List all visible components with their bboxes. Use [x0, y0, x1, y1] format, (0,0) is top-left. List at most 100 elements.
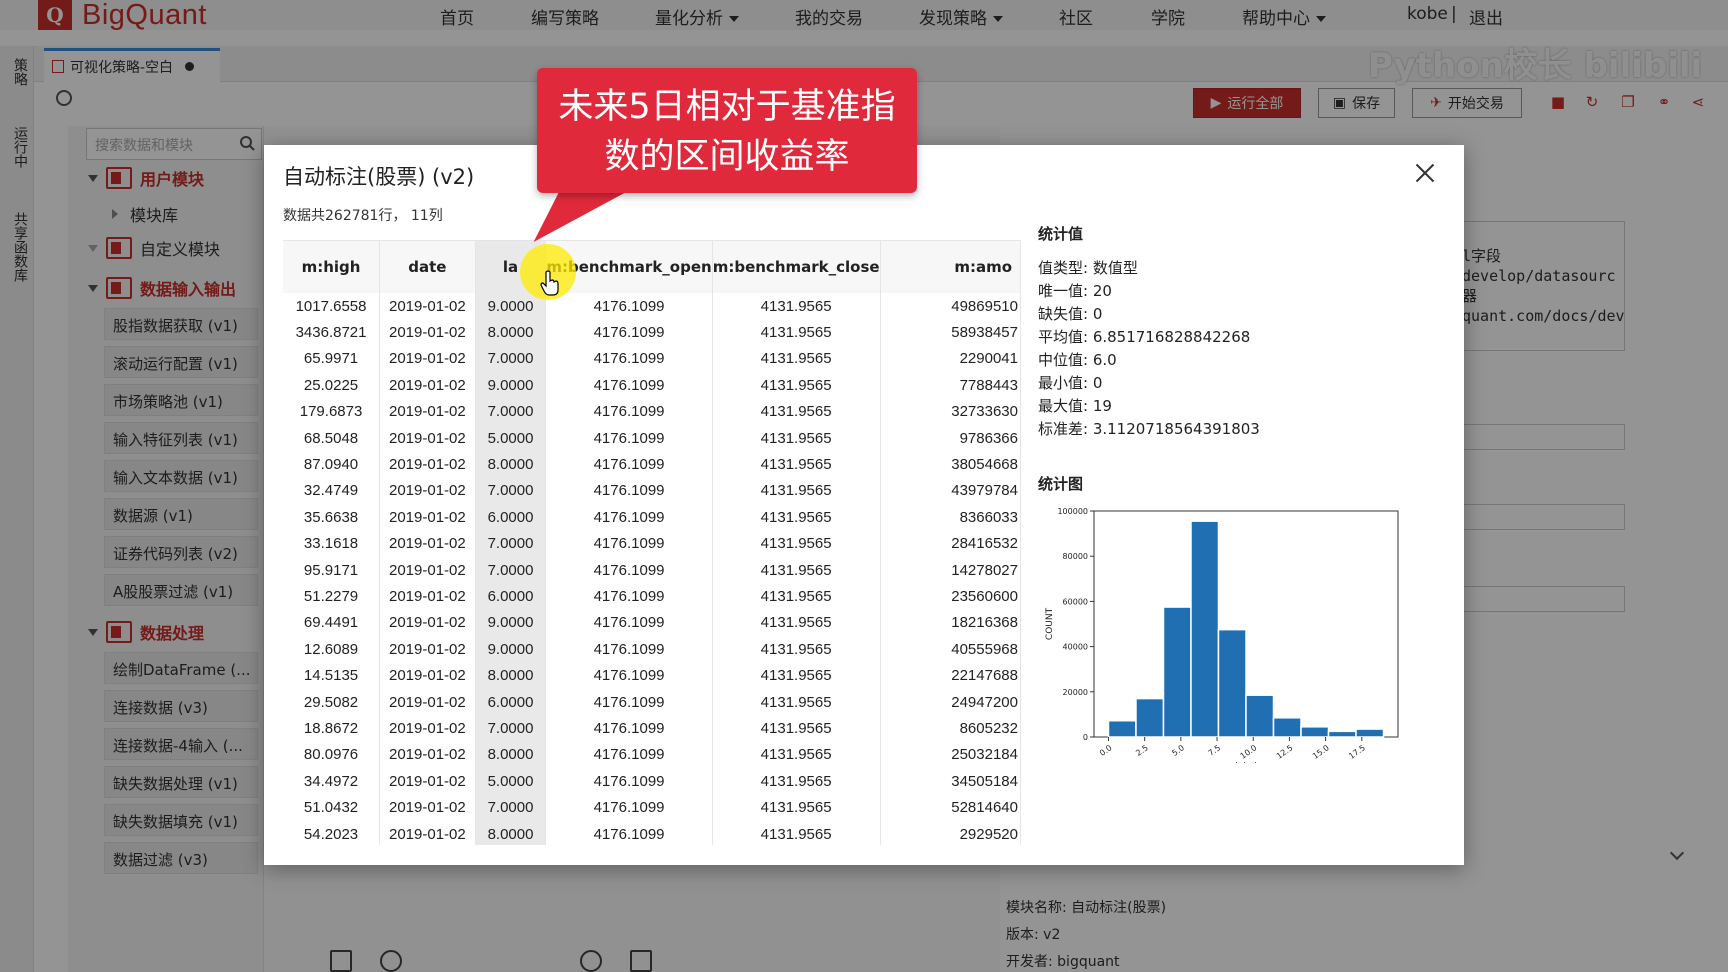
table-cell: 2019-01-02: [379, 609, 476, 637]
table-cell: 2019-01-02: [379, 372, 476, 399]
histogram-bar: [1217, 628, 1247, 738]
table-row[interactable]: 69.4491 2019-01-02 9.0000 4176.1099 4131.956…: [283, 609, 1021, 637]
table-cell: 80.0976: [283, 741, 381, 769]
close-icon[interactable]: [1414, 163, 1436, 185]
y-tick-label: 60000: [1063, 597, 1088, 606]
table-cell: 25.0225: [283, 372, 381, 399]
table-cell: 51.2279: [283, 583, 381, 610]
table-cell: 2019-01-02: [379, 768, 476, 795]
table-cell: 4131.9565: [712, 636, 881, 663]
table-cell: 14.5135: [283, 662, 381, 689]
table-row[interactable]: 12.6089 2019-01-02 9.0000 4176.1099 4131.956…: [283, 636, 1021, 663]
table-cell: 7.0000: [475, 715, 547, 742]
table-row[interactable]: 14.5135 2019-01-02 8.0000 4176.1099 4131.956…: [283, 662, 1021, 689]
stat-median: 中位值: 6.0: [1038, 351, 1117, 369]
table-row[interactable]: 95.9171 2019-01-02 7.0000 4176.1099 4131.956…: [283, 556, 1021, 584]
table-cell: 12.6089: [283, 636, 381, 663]
histogram-bar: [1107, 719, 1137, 738]
table-row[interactable]: 51.2279 2019-01-02 6.0000 4176.1099 4131.956…: [283, 583, 1021, 610]
column-header[interactable]: m:high: [283, 241, 381, 293]
table-cell: 4176.1099: [545, 609, 713, 637]
table-cell: 4176.1099: [545, 636, 713, 663]
table-row[interactable]: 65.9971 2019-01-02 7.0000 4176.1099 4131.956…: [283, 345, 1021, 373]
table-cell: 8.0000: [475, 820, 547, 845]
table-cell: 2019-01-02: [379, 636, 476, 663]
table-cell: 4131.9565: [712, 293, 881, 320]
table-row[interactable]: 80.0976 2019-01-02 8.0000 4176.1099 4131.956…: [283, 741, 1021, 769]
stat-max: 最大值: 19: [1038, 397, 1112, 415]
histogram-bar: [1272, 717, 1302, 738]
table-cell: 2019-01-02: [379, 662, 476, 689]
column-header[interactable]: m:benchmark_close: [712, 241, 881, 293]
table-cell: 34505184: [880, 768, 1021, 795]
table-row[interactable]: 3436.8721 2019-01-02 8.0000 4176.1099 4131.9…: [283, 319, 1021, 346]
table-cell: 2019-01-02: [379, 688, 476, 716]
table-cell: 35.6638: [283, 504, 381, 531]
table-row[interactable]: 51.0432 2019-01-02 7.0000 4176.1099 4131.956…: [283, 794, 1021, 821]
table-header-row: m:high date la m:benchmark_open m:benchm…: [283, 241, 1021, 293]
table-cell: 3436.8721: [283, 319, 381, 346]
table-cell: 7.0000: [475, 398, 547, 425]
table-row[interactable]: 54.2023 2019-01-02 8.0000 4176.1099 4131.956…: [283, 820, 1021, 845]
table-cell: 4176.1099: [545, 504, 713, 531]
table-cell: 7.0000: [475, 794, 547, 821]
table-cell: 8.0000: [475, 451, 547, 478]
table-cell: 4131.9565: [712, 556, 881, 584]
histogram-bar: [1190, 520, 1220, 738]
table-cell: 29.5082: [283, 688, 381, 716]
callout-text: 未来5日相对于基准指 数的区间收益率: [537, 82, 917, 182]
y-tick-label: 40000: [1063, 643, 1088, 652]
annotation-callout: 未来5日相对于基准指 数的区间收益率: [537, 68, 917, 193]
column-header[interactable]: m:amo: [880, 241, 1021, 293]
table-cell: 14278027: [880, 556, 1021, 584]
table-cell: 2019-01-02: [379, 794, 476, 821]
table-cell: 33.1618: [283, 530, 381, 557]
table-cell: 24947200: [880, 688, 1021, 716]
table-row[interactable]: 34.4972 2019-01-02 5.0000 4176.1099 4131.956…: [283, 768, 1021, 795]
table-cell: 51.0432: [283, 794, 381, 821]
table-row[interactable]: 35.6638 2019-01-02 6.0000 4176.1099 4131.956…: [283, 504, 1021, 531]
table-row[interactable]: 179.6873 2019-01-02 7.0000 4176.1099 4131.95…: [283, 398, 1021, 425]
data-table[interactable]: m:high date la m:benchmark_open m:benchm…: [283, 240, 1021, 845]
table-cell: 34.4972: [283, 768, 381, 795]
table-row[interactable]: 33.1618 2019-01-02 7.0000 4176.1099 4131.956…: [283, 530, 1021, 557]
table-row[interactable]: 25.0225 2019-01-02 9.0000 4176.1099 4131.956…: [283, 372, 1021, 399]
table-row[interactable]: 87.0940 2019-01-02 8.0000 4176.1099 4131.956…: [283, 451, 1021, 478]
table-cell: 4176.1099: [545, 583, 713, 610]
table-cell: 2929520: [880, 820, 1021, 845]
table-cell: 2019-01-02: [379, 530, 476, 557]
table-row[interactable]: 32.4749 2019-01-02 7.0000 4176.1099 4131.956…: [283, 477, 1021, 505]
table-row[interactable]: 18.8672 2019-01-02 7.0000 4176.1099 4131.956…: [283, 715, 1021, 742]
table-cell: 4131.9565: [712, 715, 881, 742]
x-tick-label: 15.0: [1311, 743, 1331, 761]
table-cell: 2019-01-02: [379, 504, 476, 531]
table-cell: 1017.6558: [283, 293, 381, 320]
table-cell: 8.0000: [475, 319, 547, 346]
table-cell: 2019-01-02: [379, 293, 476, 320]
table-row[interactable]: 29.5082 2019-01-02 6.0000 4176.1099 4131.956…: [283, 688, 1021, 716]
table-cell: 68.5048: [283, 424, 381, 452]
table-cell: 9.0000: [475, 372, 547, 399]
table-cell: 4131.9565: [712, 504, 881, 531]
stat-value-type: 值类型: 数值型: [1038, 259, 1138, 277]
table-cell: 4131.9565: [712, 688, 881, 716]
stat-unique: 唯一值: 20: [1038, 282, 1112, 300]
table-cell: 65.9971: [283, 345, 381, 373]
table-cell: 6.0000: [475, 688, 547, 716]
table-cell: 2019-01-02: [379, 424, 476, 452]
column-header[interactable]: date: [379, 241, 476, 293]
table-cell: 28416532: [880, 530, 1021, 557]
table-cell: 9786366: [880, 424, 1021, 452]
chart-title: 统计图: [1038, 475, 1084, 493]
x-tick-label: 12.5: [1275, 743, 1295, 761]
table-cell: 4131.9565: [712, 451, 881, 478]
table-row[interactable]: 68.5048 2019-01-02 5.0000 4176.1099 4131.956…: [283, 424, 1021, 452]
table-row[interactable]: 1017.6558 2019-01-02 9.0000 4176.1099 4131.9…: [283, 293, 1021, 320]
table-cell: 43979784: [880, 477, 1021, 505]
y-tick-label: 20000: [1063, 688, 1088, 697]
table-cell: 40555968: [880, 636, 1021, 663]
table-cell: 8.0000: [475, 741, 547, 769]
table-cell: 4131.9565: [712, 398, 881, 425]
table-cell: 4176.1099: [545, 530, 713, 557]
table-cell: 4176.1099: [545, 372, 713, 399]
